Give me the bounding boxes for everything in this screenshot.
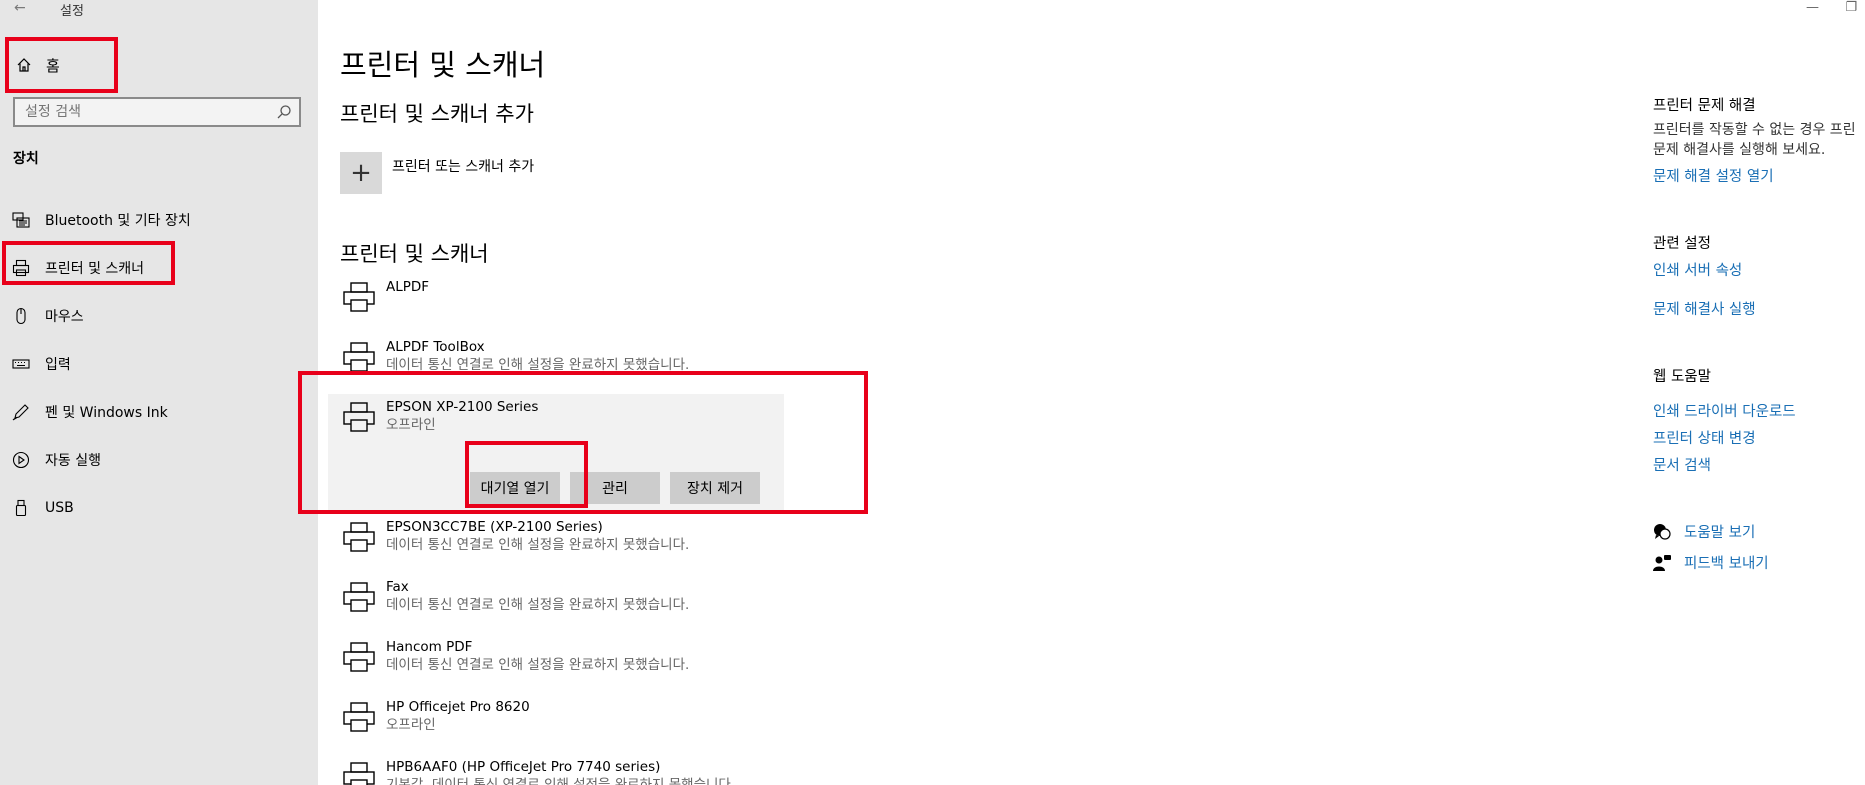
- page-title: 프린터 및 스캐너: [340, 48, 546, 82]
- sidebar-item-label: 입력: [45, 357, 71, 373]
- sidebar: ← 설정 홈 장치 Bluetooth 및 기타 장치 프린터 및 스캐너: [0, 0, 318, 785]
- printer-status: 데이터 통신 연결로 인해 설정을 완료하지 못했습니다.: [386, 597, 690, 613]
- printer-name: EPSON XP-2100 Series: [386, 399, 539, 415]
- printer-list: ALPDF ALPDF ToolBox 데이터 통신 연결로 인해 설정을 완료…: [328, 274, 840, 785]
- printer-item[interactable]: ALPDF: [340, 274, 840, 334]
- home-label: 홈: [46, 56, 60, 75]
- feedback-icon: [1653, 554, 1671, 571]
- sidebar-item-label: 펜 및 Windows Ink: [45, 405, 168, 421]
- troubleshoot-text-line1: 프린터를 작동할 수 없는 경우 프린: [1653, 122, 1856, 138]
- open-queue-button[interactable]: 대기열 열기: [470, 472, 560, 504]
- help-chat-icon: [1654, 523, 1671, 540]
- change-printer-status-link[interactable]: 프린터 상태 변경: [1653, 427, 1756, 448]
- get-help-link[interactable]: 도움말 보기: [1684, 521, 1755, 542]
- related-panel: 프린터 문제 해결 프린터를 작동할 수 없는 경우 프린 문제 해결사를 실행…: [1653, 0, 1865, 785]
- main-content: 프린터 및 스캐너 프린터 및 스캐너 추가 + 프린터 또는 스캐너 추가 프…: [318, 0, 1618, 785]
- add-printer-button[interactable]: + 프린터 또는 스캐너 추가: [340, 152, 534, 194]
- sidebar-home[interactable]: 홈: [6, 40, 116, 90]
- print-server-properties-link[interactable]: 인쇄 서버 속성: [1653, 259, 1742, 280]
- printer-status: 데이터 통신 연결로 인해 설정을 완료하지 못했습니다.: [386, 357, 690, 373]
- remove-device-button[interactable]: 장치 제거: [670, 472, 760, 504]
- send-feedback-link[interactable]: 피드백 보내기: [1684, 552, 1769, 573]
- download-driver-link[interactable]: 인쇄 드라이버 다운로드: [1653, 400, 1796, 421]
- printer-status: 오프라인: [386, 717, 436, 733]
- sidebar-item-printers[interactable]: 프린터 및 스캐너: [0, 244, 318, 292]
- sidebar-item-label: 자동 실행: [45, 453, 101, 469]
- printer-status: 오프라인: [386, 417, 436, 433]
- printer-icon: [343, 582, 375, 612]
- related-settings-heading: 관련 설정: [1653, 236, 1711, 252]
- printer-name: ALPDF ToolBox: [386, 339, 485, 355]
- plus-icon: +: [340, 152, 382, 194]
- window-controls: — ❐: [1785, 0, 1865, 18]
- troubleshoot-text-line2: 문제 해결사를 실행해 보세요.: [1653, 142, 1826, 158]
- printer-icon: [343, 342, 375, 372]
- sidebar-item-label: 프린터 및 스캐너: [45, 261, 145, 277]
- printer-item[interactable]: Fax 데이터 통신 연결로 인해 설정을 완료하지 못했습니다.: [340, 574, 840, 634]
- printer-item[interactable]: HPB6AAF0 (HP OfficeJet Pro 7740 series) …: [340, 754, 840, 785]
- sidebar-item-bluetooth[interactable]: Bluetooth 및 기타 장치: [0, 196, 318, 244]
- printer-name: ALPDF: [386, 279, 430, 295]
- printer-item[interactable]: Hancom PDF 데이터 통신 연결로 인해 설정을 완료하지 못했습니다.: [340, 634, 840, 694]
- printer-icon: [343, 282, 375, 312]
- add-printer-label: 프린터 또는 스캐너 추가: [392, 159, 535, 175]
- printer-name: HP Officejet Pro 8620: [386, 699, 530, 715]
- feedback-row[interactable]: 피드백 보내기: [1653, 552, 1769, 573]
- document-search-link[interactable]: 문서 검색: [1653, 454, 1711, 475]
- printer-name: Hancom PDF: [386, 639, 473, 655]
- web-help-heading: 웹 도움말: [1653, 369, 1711, 385]
- printer-icon: [343, 762, 375, 785]
- search-icon[interactable]: [275, 103, 293, 121]
- printer-name: HPB6AAF0 (HP OfficeJet Pro 7740 series): [386, 759, 661, 775]
- pen-icon: [12, 404, 29, 421]
- sidebar-item-autoplay[interactable]: 자동 실행: [0, 436, 318, 484]
- add-section-heading: 프린터 및 스캐너 추가: [340, 102, 534, 126]
- search-box[interactable]: [13, 97, 301, 127]
- printer-item-selected[interactable]: EPSON XP-2100 Series 오프라인 대기열 열기 관리 장치 제…: [328, 394, 784, 514]
- section-devices: 장치: [13, 151, 39, 167]
- troubleshoot-heading: 프린터 문제 해결: [1653, 98, 1756, 114]
- sidebar-item-mouse[interactable]: 마우스: [0, 292, 318, 340]
- minimize-icon[interactable]: —: [1806, 0, 1819, 15]
- printer-icon: [343, 522, 375, 552]
- printer-icon: [343, 642, 375, 672]
- home-icon: [17, 58, 31, 72]
- sidebar-item-pen[interactable]: 펜 및 Windows Ink: [0, 388, 318, 436]
- printer-status: 기본값, 데이터 통신 연결로 인해 설정을 완료하지 못했습니다.: [386, 777, 736, 785]
- search-input[interactable]: [15, 104, 275, 120]
- keyboard-icon: [12, 359, 30, 369]
- printer-status: 데이터 통신 연결로 인해 설정을 완료하지 못했습니다.: [386, 657, 690, 673]
- back-arrow-icon[interactable]: ←: [14, 0, 26, 16]
- sidebar-item-typing[interactable]: 입력: [0, 340, 318, 388]
- app-title: 설정: [60, 4, 84, 19]
- sidebar-nav: Bluetooth 및 기타 장치 프린터 및 스캐너 마우스 입력 펜 및 W…: [0, 196, 318, 532]
- manage-button[interactable]: 관리: [570, 472, 660, 504]
- title-bar: ← 설정: [0, 0, 318, 19]
- autoplay-icon: [12, 451, 30, 469]
- sidebar-item-usb[interactable]: USB: [0, 484, 318, 532]
- printer-icon: [12, 259, 30, 277]
- printer-item[interactable]: ALPDF ToolBox 데이터 통신 연결로 인해 설정을 완료하지 못했습…: [340, 334, 840, 394]
- printer-name: EPSON3CC7BE (XP-2100 Series): [386, 519, 603, 535]
- printer-item[interactable]: HP Officejet Pro 8620 오프라인: [340, 694, 840, 754]
- printer-icon: [343, 402, 375, 432]
- mouse-icon: [16, 307, 26, 325]
- usb-icon: [15, 499, 27, 517]
- printer-item[interactable]: EPSON3CC7BE (XP-2100 Series) 데이터 통신 연결로 …: [340, 514, 840, 574]
- bluetooth-devices-icon: [12, 212, 30, 228]
- sidebar-item-label: Bluetooth 및 기타 장치: [45, 213, 191, 229]
- run-troubleshooter-link[interactable]: 문제 해결사 실행: [1653, 298, 1756, 319]
- get-help-row[interactable]: 도움말 보기: [1653, 521, 1755, 542]
- printer-list-heading: 프린터 및 스캐너: [340, 242, 489, 266]
- sidebar-item-label: 마우스: [45, 309, 84, 325]
- printer-icon: [343, 702, 375, 732]
- sidebar-item-label: USB: [45, 500, 74, 516]
- printer-status: 데이터 통신 연결로 인해 설정을 완료하지 못했습니다.: [386, 537, 690, 553]
- open-troubleshoot-link[interactable]: 문제 해결 설정 열기: [1653, 165, 1774, 186]
- printer-name: Fax: [386, 579, 409, 595]
- restore-icon[interactable]: ❐: [1845, 0, 1857, 15]
